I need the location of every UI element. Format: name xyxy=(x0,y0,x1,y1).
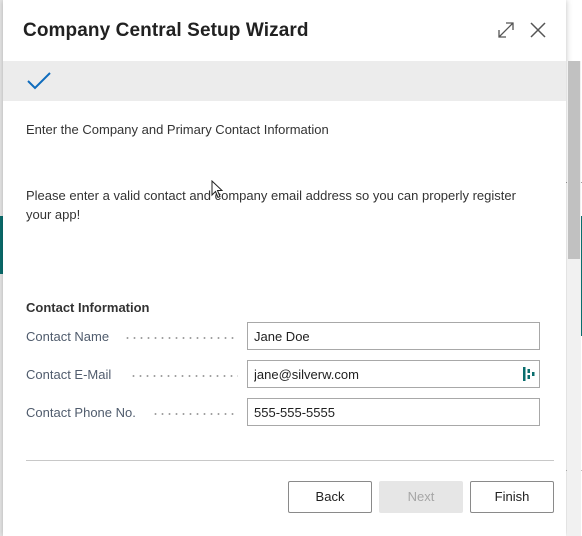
back-button[interactable]: Back xyxy=(288,481,372,513)
label-leader-dots xyxy=(152,413,238,415)
setup-wizard-dialog: Company Central Setup Wizard Enter the C… xyxy=(3,0,581,536)
label-leader-dots xyxy=(124,337,238,339)
expand-icon[interactable] xyxy=(497,21,515,39)
contact-name-row: Contact Name xyxy=(26,322,540,350)
checkmark-icon xyxy=(27,72,51,90)
assist-edit-icon[interactable] xyxy=(523,367,535,381)
wizard-step-content: Enter the Company and Primary Contact In… xyxy=(3,101,566,536)
label-leader-dots xyxy=(130,375,238,377)
scrollbar-thumb[interactable] xyxy=(568,61,580,259)
contact-email-label: Contact E-Mail xyxy=(26,367,112,382)
step-indicator-band xyxy=(3,61,566,101)
step-instructions: Please enter a valid contact and company… xyxy=(26,188,516,222)
next-button: Next xyxy=(379,481,463,513)
footer-divider xyxy=(26,460,554,461)
content-scrollbar[interactable] xyxy=(567,61,581,536)
contact-email-row: Contact E-Mail xyxy=(26,360,540,388)
contact-name-field[interactable] xyxy=(247,322,540,350)
step-heading: Enter the Company and Primary Contact In… xyxy=(26,122,329,137)
contact-phone-row: Contact Phone No. xyxy=(26,398,540,426)
contact-phone-label: Contact Phone No. xyxy=(26,405,136,420)
close-icon[interactable] xyxy=(528,20,548,40)
contact-phone-field[interactable] xyxy=(247,398,540,426)
contact-name-label: Contact Name xyxy=(26,329,110,344)
contact-email-field[interactable] xyxy=(247,360,540,388)
mouse-cursor-icon xyxy=(211,180,223,199)
dialog-title: Company Central Setup Wizard xyxy=(23,20,309,41)
finish-button[interactable]: Finish xyxy=(470,481,554,513)
contact-section-title: Contact Information xyxy=(26,300,150,315)
